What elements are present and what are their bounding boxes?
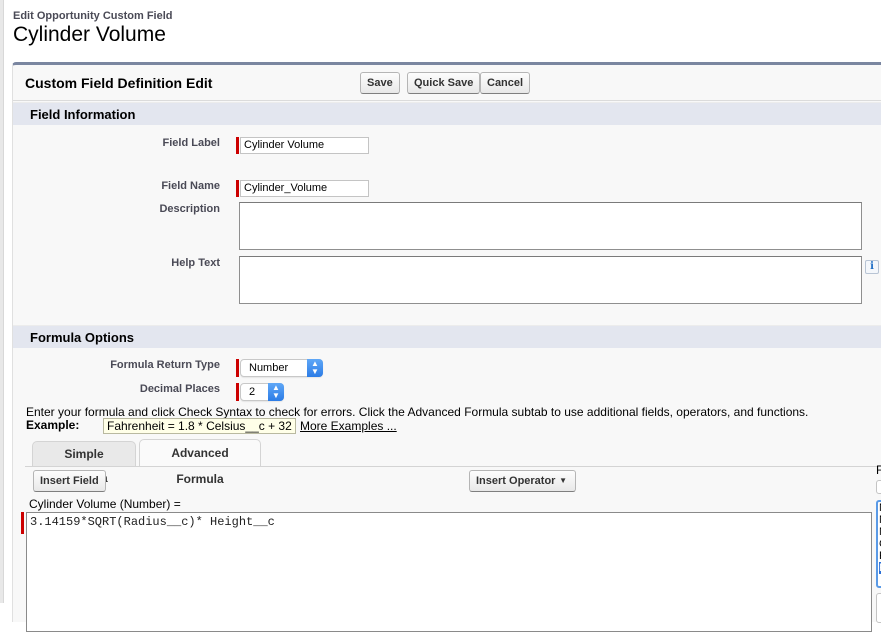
required-marker [236, 359, 239, 377]
formula-options-section: Formula Options [13, 325, 881, 348]
info-icon[interactable]: i [865, 260, 879, 274]
example-label: Example: [26, 418, 80, 432]
example-value: Fahrenheit = 1.8 * Celsius__c + 32 [103, 418, 296, 434]
formula-instructions: Enter your formula and click Check Synta… [26, 405, 809, 419]
functions-panel: F N N N C F F [875, 463, 881, 623]
field-label-input[interactable]: Cylinder Volume [240, 137, 369, 154]
tab-advanced-formula[interactable]: Advanced Formula [139, 439, 261, 486]
decimal-places-label: Decimal Places [139, 383, 220, 395]
formula-return-type-select[interactable]: Number ▲ ▼ [240, 359, 323, 377]
page-subtitle: Edit Opportunity Custom Field [13, 10, 173, 22]
functions-list[interactable]: N N N C F F [876, 500, 881, 588]
section-title-field-information: Field Information [30, 107, 136, 122]
decimal-places-value: 2 [249, 386, 256, 398]
section-title-formula-options: Formula Options [30, 330, 134, 345]
required-marker [236, 180, 239, 197]
select-arrows-icon: ▲ ▼ [268, 383, 284, 401]
required-marker [21, 512, 24, 534]
save-button[interactable]: Save [360, 72, 400, 94]
panel-header: Custom Field Definition Edit Save Quick … [13, 65, 881, 101]
page-title: Cylinder Volume [13, 23, 166, 46]
tab-simple-formula[interactable]: Simple Formula [32, 441, 136, 485]
formula-return-type-value: Number [249, 362, 289, 374]
required-marker [236, 137, 239, 154]
field-information-section: Field Information [13, 102, 881, 125]
formula-editor-textarea[interactable]: 3.14159*SQRT(Radius__c)* Height__c [26, 512, 872, 632]
insert-field-button[interactable]: Insert Field [33, 470, 106, 492]
more-examples-link[interactable]: More Examples ... [300, 419, 397, 433]
description-textarea[interactable] [239, 202, 862, 250]
cancel-button[interactable]: Cancel [480, 72, 531, 94]
insert-operator-button[interactable]: Insert Operator ▼ [469, 470, 576, 492]
help-text-label: Help Text [171, 257, 220, 269]
field-label-label: Field Label [162, 137, 220, 149]
custom-field-edit-panel: Custom Field Definition Edit Save Quick … [12, 62, 881, 632]
left-rail [0, 0, 4, 603]
field-name-input[interactable]: Cylinder_Volume [240, 180, 369, 197]
functions-title: F [876, 463, 881, 477]
formula-caption: Cylinder Volume (Number) = [29, 497, 181, 511]
field-name-label: Field Name [161, 180, 220, 192]
page-header: Edit Opportunity Custom Field Cylinder V… [13, 10, 173, 47]
tabs-divider [25, 466, 881, 467]
quick-save-button[interactable]: Quick Save [407, 72, 481, 94]
panel-title: Custom Field Definition Edit [25, 75, 213, 91]
insert-operator-label: Insert Operator [476, 475, 556, 487]
required-marker [236, 383, 239, 401]
formula-return-type-label: Formula Return Type [110, 359, 220, 371]
decimal-places-select[interactable]: 2 ▲ ▼ [240, 383, 284, 401]
select-arrows-icon: ▲ ▼ [307, 359, 323, 377]
insert-function-button[interactable] [876, 593, 881, 623]
description-label: Description [159, 203, 220, 215]
help-text-textarea[interactable] [239, 256, 862, 304]
dropdown-caret-icon: ▼ [559, 476, 567, 485]
functions-category-select[interactable] [876, 480, 881, 494]
